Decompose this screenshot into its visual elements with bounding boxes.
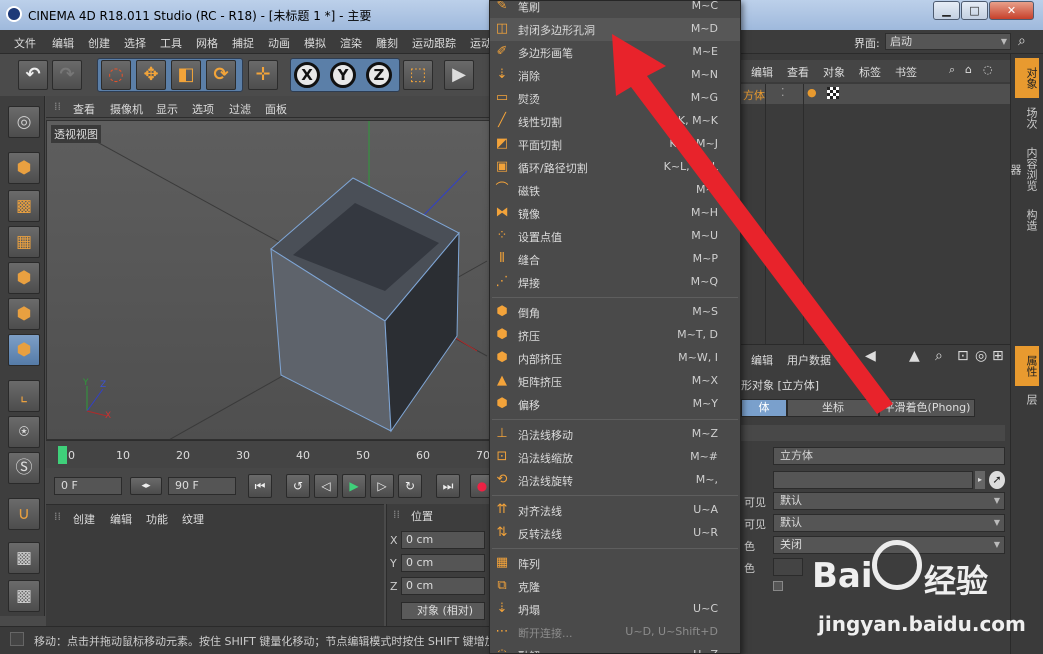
watermark-url: jingyan.baidu.com (818, 612, 1026, 636)
watermark-brand: Bai (812, 556, 873, 596)
watermark-brand-cn: 经验 (924, 562, 989, 600)
paw-logo-icon (872, 540, 922, 590)
baidu-watermark: Bai 经验 jingyan.baidu.com (812, 540, 1026, 650)
